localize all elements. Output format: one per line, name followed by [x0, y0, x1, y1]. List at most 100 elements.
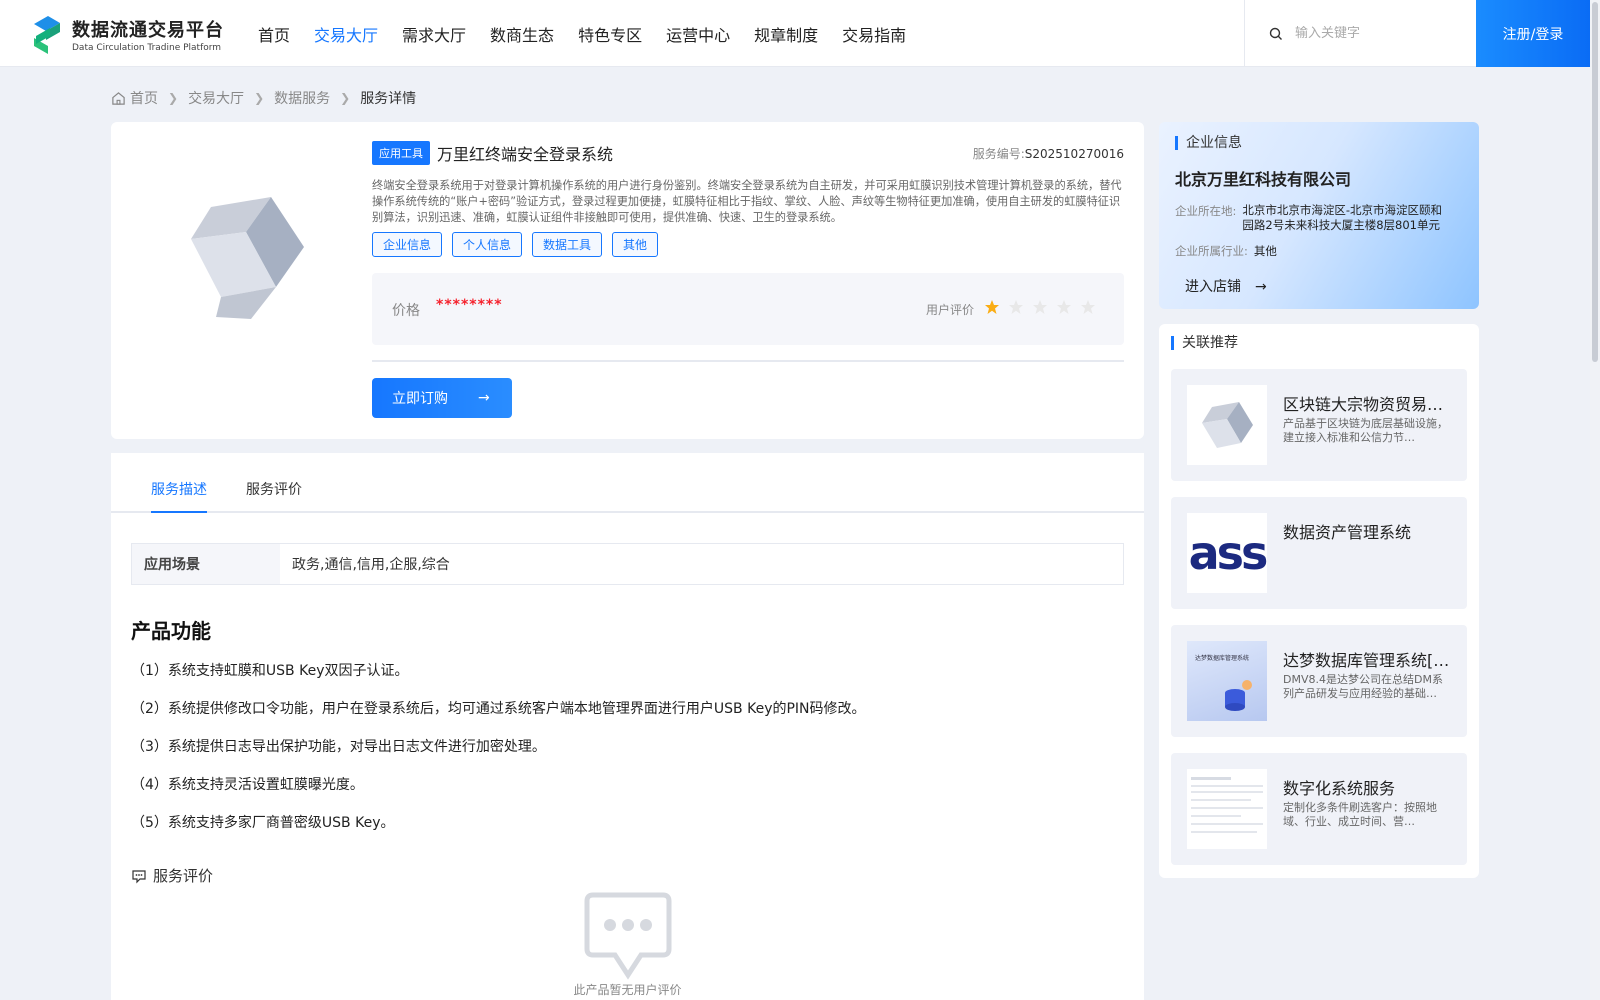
service-code-label: 服务编号:: [972, 146, 1025, 161]
location-value: 北京市北京市海淀区-北京市海淀区颐和园路2号未来科技大厦主楼8层801单元: [1242, 203, 1443, 232]
nav-operation-center[interactable]: 运营中心: [666, 22, 730, 46]
star-icon: [1009, 300, 1023, 314]
product-image: [191, 197, 304, 319]
recommend-title: 数字化系统服务: [1283, 779, 1396, 798]
location-label: 企业所在地:: [1175, 204, 1237, 218]
empty-review-text: 此产品暂无用户评价: [573, 983, 682, 997]
enterprise-name: 北京万里红科技有限公司: [1175, 170, 1352, 189]
recommend-item[interactable]: 区块链大宗物资贸易… 产品基于区块链为底层基础设施，建立接入标准和公信力节…: [1171, 369, 1467, 481]
recommend-item[interactable]: 达梦数据库管理系统 达梦数据库管理系统[… DMV8.4是达梦公司在总结DM系列…: [1171, 625, 1467, 737]
review-title-text: 服务评价: [153, 867, 214, 885]
rating-stars: [984, 299, 1104, 315]
empty-comment-icon: [584, 892, 672, 980]
active-tab-indicator: [151, 511, 207, 513]
rating-label: 用户评价: [926, 303, 975, 317]
price-label: 价格: [392, 303, 420, 319]
product-thumbnail: ass: [1187, 513, 1267, 593]
main-nav: 首页 交易大厅 需求大厅 数商生态 特色专区 运营中心 规章制度 交易指南: [258, 0, 930, 67]
breadcrumb-data-service[interactable]: 数据服务: [274, 88, 330, 108]
page-scrollbar[interactable]: [1590, 0, 1600, 1000]
star-icon: [1081, 300, 1095, 314]
list-item: （4）系统支持灵活设置虹膜曝光度。: [131, 777, 364, 793]
industry-value: 其他: [1253, 244, 1277, 258]
breadcrumb-trading-hall[interactable]: 交易大厅: [188, 88, 244, 108]
detail-tabs: 服务描述 服务评价: [111, 453, 1144, 513]
tag-enterprise-info[interactable]: 企业信息: [372, 232, 443, 257]
recommend-title: 区块链大宗物资贸易…: [1283, 395, 1444, 414]
product-title: 万里红终端安全登录系统: [437, 145, 614, 164]
service-code-value: S202510270016: [1024, 146, 1124, 161]
review-section-title: 服务评价: [131, 865, 213, 886]
product-type-tag: 应用工具: [372, 141, 430, 165]
service-detail-card: 服务描述 服务评价 应用场景 政务,通信,信用,企服,综合 产品功能 （1）系统…: [111, 453, 1144, 1000]
enterprise-info-card: 企业信息 北京万里红科技有限公司 企业所在地: 北京市北京市海淀区-北京市海淀区…: [1159, 122, 1479, 309]
chevron-right-icon: ❯: [340, 91, 351, 105]
tag-other[interactable]: 其他: [612, 232, 659, 257]
chevron-right-icon: ❯: [168, 91, 179, 105]
service-code: 服务编号:S202510270016: [973, 145, 1124, 162]
enterprise-heading: 企业信息: [1175, 136, 1242, 150]
recommend-item[interactable]: ass 数据资产管理系统: [1171, 497, 1467, 609]
recommend-title: 数据资产管理系统: [1283, 523, 1412, 542]
product-thumbnail: [1187, 769, 1267, 849]
breadcrumb-current: 服务详情: [360, 91, 417, 107]
tag-data-tools[interactable]: 数据工具: [532, 232, 603, 257]
list-item: （5）系统支持多家厂商普密级USB Key。: [131, 815, 395, 831]
divider: [372, 360, 1124, 362]
nav-trading-guide[interactable]: 交易指南: [842, 22, 906, 46]
logo-title: 数据流通交易平台: [72, 19, 224, 41]
product-thumbnail: 达梦数据库管理系统: [1187, 641, 1267, 721]
search-input[interactable]: [1295, 26, 1465, 41]
recommend-title: 达梦数据库管理系统[…: [1283, 651, 1450, 670]
nav-special-zone[interactable]: 特色专区: [578, 22, 642, 46]
nav-regulations[interactable]: 规章制度: [754, 22, 818, 46]
scrollbar-thumb[interactable]: [1592, 2, 1598, 362]
nav-demand-hall[interactable]: 需求大厅: [402, 22, 466, 46]
logo-subtitle: Data Circulation Tradine Platform: [72, 42, 222, 53]
tag-personal-info[interactable]: 个人信息: [452, 232, 523, 257]
tab-service-description[interactable]: 服务描述: [151, 479, 207, 499]
platform-logo[interactable]: 数据流通交易平台 Data Circulation Tradine Platfo…: [30, 14, 224, 54]
subscribe-button[interactable]: 立即订购 →: [372, 378, 512, 418]
related-recommendations-card: 关联推荐 区块链大宗物资贸易… 产品基于区块链为底层基础设施，建立接入标准和公信…: [1159, 324, 1479, 878]
nav-trading-hall[interactable]: 交易大厅: [314, 22, 378, 46]
breadcrumb-home[interactable]: 首页: [130, 88, 158, 108]
application-scene-table: 应用场景 政务,通信,信用,企服,综合: [131, 543, 1124, 585]
scene-label: 应用场景: [132, 544, 280, 584]
login-register-button[interactable]: 注册/登录: [1476, 0, 1590, 67]
star-icon: [1057, 300, 1071, 314]
function-title: 产品功能: [131, 619, 211, 643]
nav-ecosystem[interactable]: 数商生态: [490, 22, 554, 46]
price-panel: 价格 ******** 用户评价: [372, 273, 1124, 345]
enterprise-industry-row: 企业所属行业: 其他: [1175, 243, 1277, 259]
list-item: （1）系统支持虹膜和USB Key双因子认证。: [131, 663, 409, 679]
search-box: [1244, 0, 1476, 67]
nav-home[interactable]: 首页: [258, 22, 290, 46]
enter-store-link[interactable]: 进入店铺 →: [1185, 276, 1267, 296]
search-icon[interactable]: [1269, 27, 1283, 41]
logo-icon: [34, 16, 60, 54]
product-tags: 企业信息 个人信息 数据工具 其他: [372, 232, 1124, 257]
enterprise-location-row: 企业所在地: 北京市北京市海淀区-北京市海淀区颐和园路2号未来科技大厦主楼8层8…: [1175, 203, 1452, 233]
enter-store-label: 进入店铺: [1185, 279, 1241, 295]
recommend-heading: 关联推荐: [1171, 336, 1238, 350]
comment-icon: [132, 869, 146, 883]
list-item: （3）系统提供日志导出保护功能，对导出日志文件进行加密处理。: [131, 739, 546, 755]
thumbnail-text: ass: [1188, 526, 1267, 580]
arrow-right-icon: →: [1255, 279, 1267, 295]
product-description: 终端安全登录系统用于对登录计算机操作系统的用户进行身份鉴别。终端安全登录系统为自…: [372, 179, 1122, 224]
recommend-desc: 定制化多条件刷选客户：按照地域、行业、成立时间、营…: [1283, 801, 1437, 828]
function-list: （1）系统支持虹膜和USB Key双因子认证。 （2）系统提供修改口令功能，用户…: [131, 661, 866, 851]
list-item: （2）系统提供修改口令功能，用户在登录系统后，均可通过系统客户端本地管理界面进行…: [131, 701, 866, 717]
scene-value: 政务,通信,信用,企服,综合: [292, 557, 450, 573]
breadcrumb: 首页 ❯ 交易大厅 ❯ 数据服务 ❯ 服务详情: [111, 88, 416, 108]
chevron-right-icon: ❯: [254, 91, 265, 105]
subscribe-label: 立即订购: [392, 391, 448, 407]
recommend-desc: 产品基于区块链为底层基础设施，建立接入标准和公信力节…: [1283, 417, 1448, 444]
top-navigation-bar: 数据流通交易平台 Data Circulation Tradine Platfo…: [0, 0, 1590, 67]
arrow-right-icon: →: [478, 390, 490, 406]
recommend-item[interactable]: 数字化系统服务 定制化多条件刷选客户：按照地域、行业、成立时间、营…: [1171, 753, 1467, 865]
price-value: ********: [436, 297, 503, 313]
home-icon: [112, 91, 125, 105]
tab-service-reviews[interactable]: 服务评价: [246, 479, 302, 499]
